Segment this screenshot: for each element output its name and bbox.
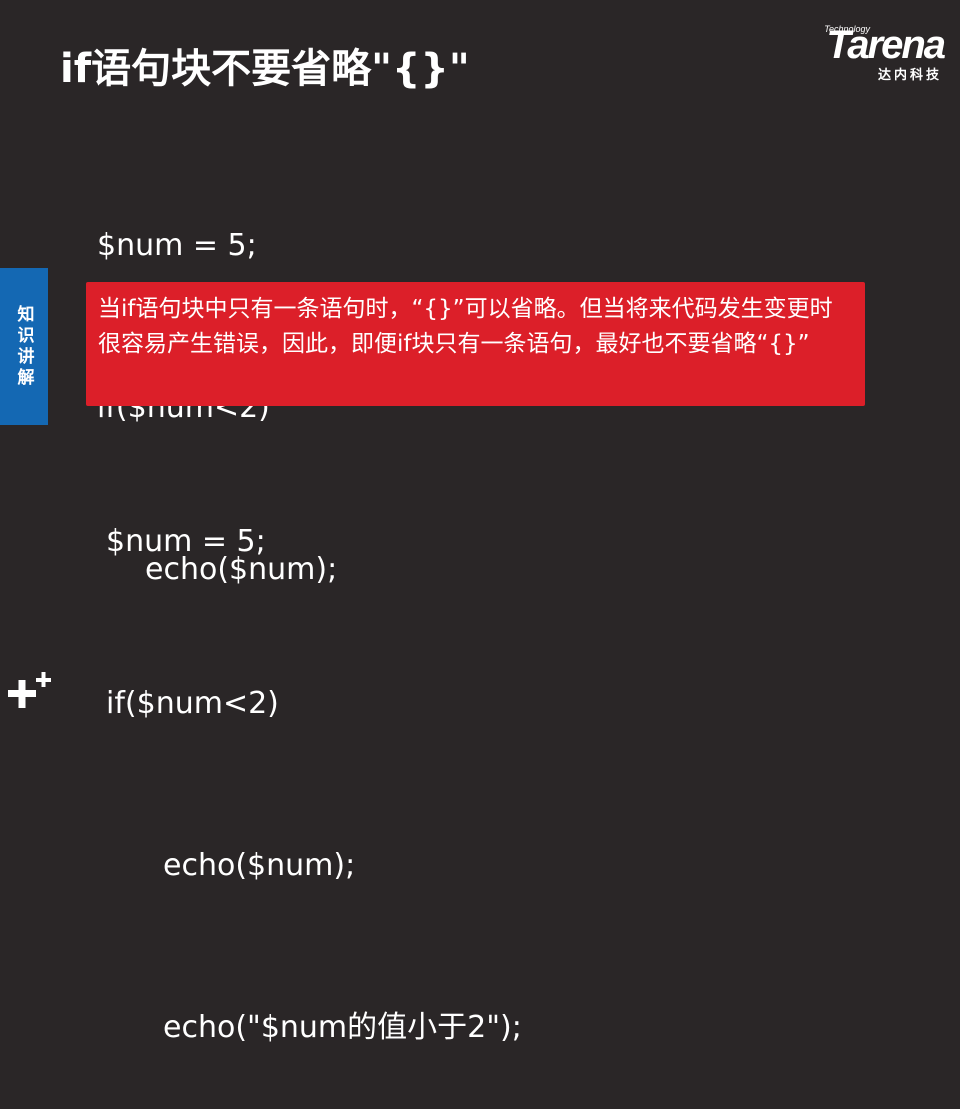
code-line: $num = 5; [106, 524, 266, 559]
plus-icon [8, 672, 51, 708]
tarena-logo: Technology Tarena 达内科技 [774, 23, 946, 83]
code-example-bottom: $num = 5; if($num<2) echo($num); echo("$… [106, 407, 522, 1109]
code-line: if($num<2) [106, 686, 279, 721]
code-line: echo("$num的值小于2"); [163, 1010, 522, 1045]
code-line: $num = 5; [97, 228, 257, 263]
slide-title: if语句块不要省略"{}" [60, 46, 470, 92]
callout-note: 当if语句块中只有一条语句时，“{}”可以省略。但当将来代码发生变更时很容易产生… [86, 282, 865, 406]
code-line: echo($num); [163, 848, 356, 883]
logo-brand: Tarena [826, 23, 946, 67]
logo-subtitle: 达内科技 [877, 68, 942, 83]
side-tab-knowledge: 知识讲解 [0, 268, 48, 425]
side-tab-label: 知识讲解 [13, 304, 34, 389]
